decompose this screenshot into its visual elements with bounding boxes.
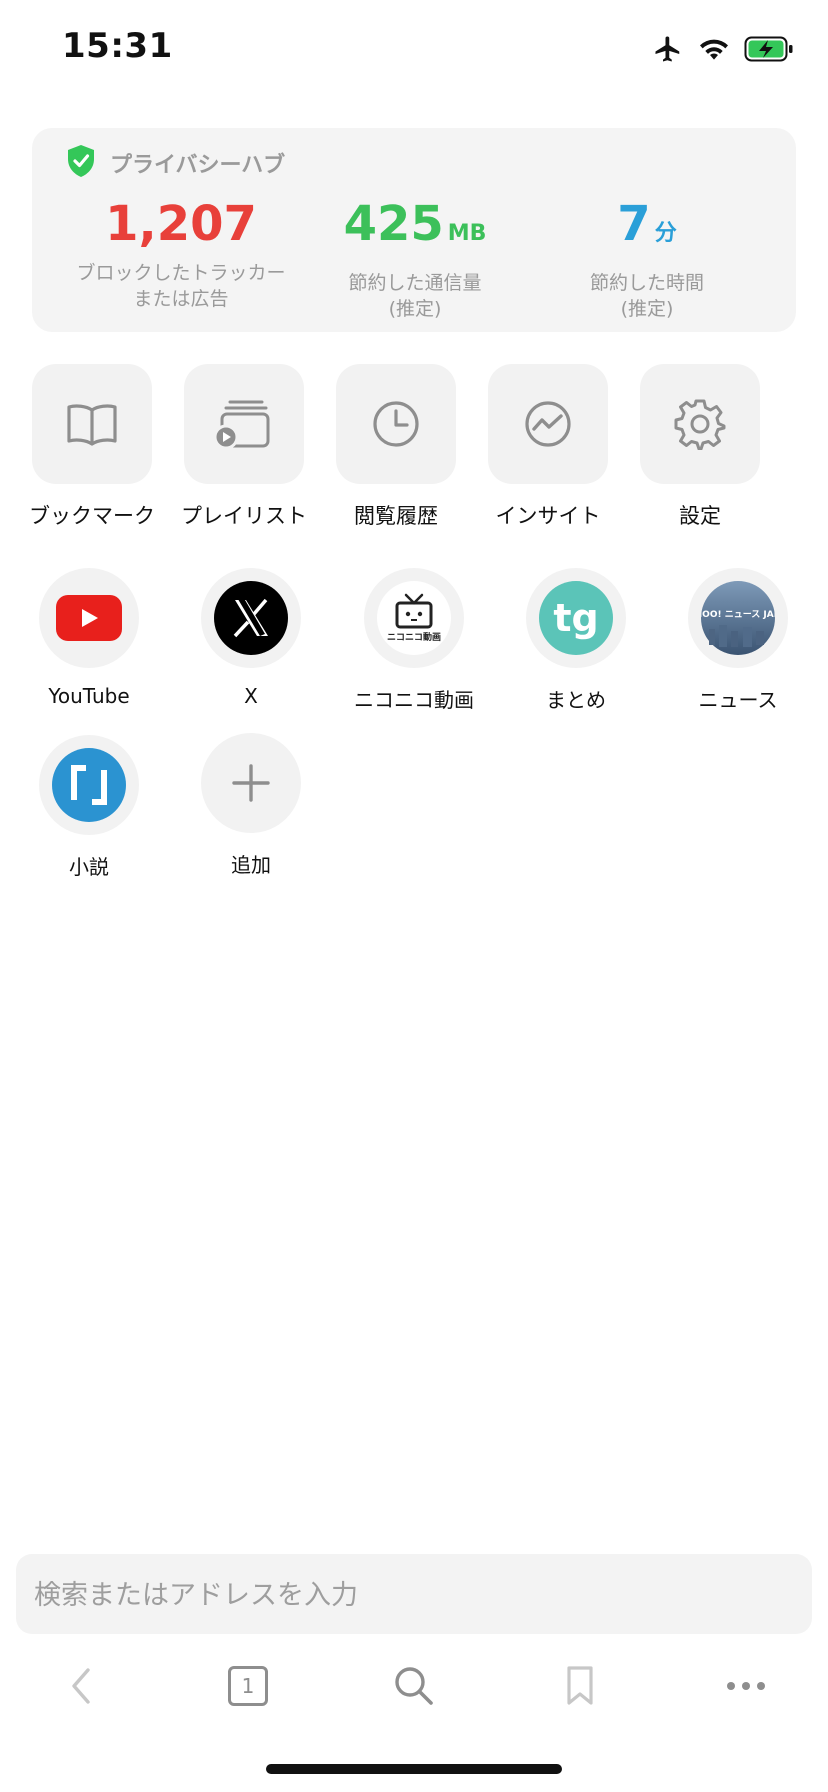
search-input[interactable] — [32, 1554, 776, 1636]
quick-action-playlist[interactable]: プレイリスト — [168, 364, 320, 530]
stat-label-line2: または広告 — [133, 288, 229, 310]
favorite-icon-ring[interactable] — [39, 568, 139, 668]
plus-icon — [232, 764, 270, 802]
favorite-x[interactable]: X — [171, 568, 331, 708]
stat-unit: 分 — [654, 221, 677, 246]
yahoo-logo-text: YAHOO! ニュース JAPAN — [701, 609, 775, 620]
stat-label: ブロックしたトラッカー または広告 — [56, 260, 306, 312]
stat-label: 節約した通信量 (推定) — [290, 270, 540, 322]
favorite-label: ニコニコ動画 — [354, 688, 474, 712]
x-icon — [214, 581, 288, 655]
favorite-youtube[interactable]: YouTube — [9, 568, 169, 708]
bookmark-icon — [567, 1666, 593, 1705]
quick-action-label: 設定 — [679, 504, 721, 528]
wifi-icon — [700, 39, 728, 60]
quick-action-label: 閲覧履歴 — [354, 504, 438, 528]
stat-value: 425 — [343, 196, 444, 252]
favorite-icon-ring[interactable] — [39, 735, 139, 835]
home-indicator[interactable] — [266, 1764, 562, 1774]
playlist-icon — [214, 400, 270, 450]
stat-value-row: 425 MB — [290, 196, 540, 262]
quick-action-label: プレイリスト — [181, 504, 307, 528]
quick-action-label: インサイト — [495, 504, 601, 528]
favorite-novel[interactable]: 小説 — [9, 735, 169, 880]
book-icon — [67, 404, 117, 446]
favorite-matome[interactable]: tg まとめ — [496, 568, 656, 713]
stat-blocked-trackers: 1,207 ブロックしたトラッカー または広告 — [56, 196, 306, 312]
tabs-button[interactable]: 1 — [218, 1656, 278, 1716]
tab-count: 1 — [241, 1674, 255, 1698]
chevron-left-icon — [72, 1668, 90, 1704]
favorite-icon-ring[interactable]: YAHOO! ニュース JAPAN — [688, 568, 788, 668]
quick-action-tile[interactable] — [184, 364, 304, 484]
matome-icon: tg — [539, 581, 613, 655]
quick-action-insights[interactable]: インサイト — [472, 364, 624, 530]
status-time: 15:31 — [62, 26, 173, 66]
back-button[interactable] — [50, 1656, 110, 1716]
favorite-label: まとめ — [546, 688, 606, 712]
quick-action-tile[interactable] — [32, 364, 152, 484]
shield-check-icon — [68, 145, 94, 177]
favorite-icon-ring[interactable] — [201, 733, 301, 833]
stat-label-line2: (推定) — [620, 298, 674, 320]
stat-label: 節約した時間 (推定) — [522, 270, 772, 322]
search-bar[interactable] — [16, 1554, 812, 1636]
airplane-icon — [655, 36, 680, 62]
quick-action-tile[interactable] — [488, 364, 608, 484]
novel-icon — [52, 748, 126, 822]
battery-charging-icon — [744, 36, 793, 62]
tab-count-icon: 1 — [228, 1666, 268, 1706]
quick-action-bookmarks[interactable]: ブックマーク — [16, 364, 168, 530]
favorite-icon-ring[interactable]: ニコニコ動画 — [364, 568, 464, 668]
quick-action-tile[interactable] — [640, 364, 760, 484]
quick-action-history[interactable]: 閲覧履歴 — [320, 364, 472, 530]
favorite-niconico[interactable]: ニコニコ動画 ニコニコ動画 — [334, 568, 494, 713]
stat-label-line1: 節約した通信量 — [348, 272, 482, 294]
stat-label-line2: (推定) — [388, 298, 442, 320]
stat-value: 7 — [617, 196, 651, 252]
stat-label-line1: 節約した時間 — [589, 272, 704, 294]
more-button[interactable] — [716, 1656, 776, 1716]
favorite-icon-ring[interactable] — [201, 568, 301, 668]
niconico-logo-text: ニコニコ動画 — [387, 631, 441, 643]
search-button[interactable] — [384, 1656, 444, 1716]
favorite-news[interactable]: YAHOO! ニュース JAPAN ニュース — [658, 568, 818, 713]
stat-value-row: 7分 — [522, 196, 772, 262]
favorite-label: 追加 — [231, 853, 271, 877]
clock-icon — [373, 401, 419, 447]
favorite-label: 小説 — [69, 855, 109, 879]
status-icons — [652, 34, 794, 64]
privacy-hub-title: プライバシーハブ — [110, 153, 286, 178]
bookmark-button[interactable] — [550, 1656, 610, 1716]
more-dots-icon — [727, 1682, 765, 1690]
stat-time-saved: 7分 節約した時間 (推定) — [522, 196, 772, 322]
stat-value: 1,207 — [105, 196, 257, 252]
quick-action-settings[interactable]: 設定 — [624, 364, 776, 530]
stat-label-line1: ブロックしたトラッカー — [76, 262, 286, 284]
insight-icon — [525, 401, 571, 447]
quick-action-label: ブックマーク — [29, 504, 155, 528]
niconico-icon: ニコニコ動画 — [377, 581, 451, 655]
favorite-icon-ring[interactable]: tg — [526, 568, 626, 668]
favorite-label: YouTube — [48, 684, 130, 708]
favorite-label: ニュース — [698, 688, 778, 712]
matome-logo-text: tg — [553, 596, 598, 640]
youtube-icon — [56, 595, 122, 641]
favorite-label: X — [244, 684, 258, 708]
search-icon — [395, 1667, 433, 1705]
stat-unit: MB — [447, 221, 487, 246]
gear-icon — [674, 399, 726, 450]
stat-data-saved: 425 MB 節約した通信量 (推定) — [290, 196, 540, 322]
quick-action-tile[interactable] — [336, 364, 456, 484]
yahoo-news-icon: YAHOO! ニュース JAPAN — [701, 581, 775, 655]
add-favorite-button[interactable]: 追加 — [171, 733, 331, 878]
